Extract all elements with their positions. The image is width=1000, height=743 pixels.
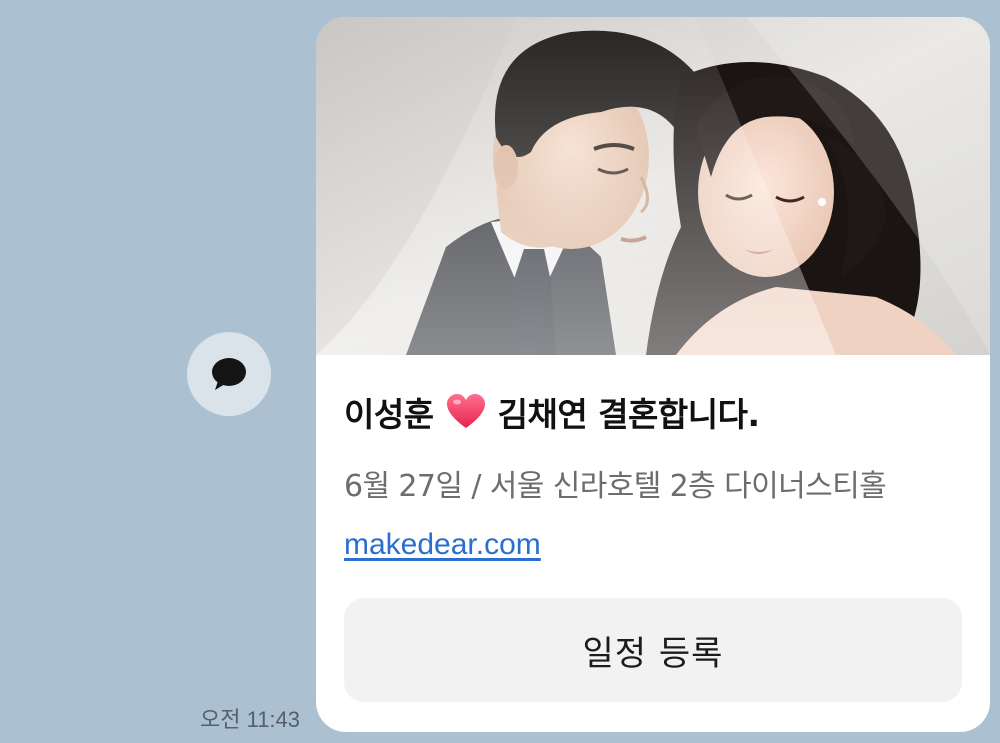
- heart-icon: [446, 394, 486, 430]
- title-groom-name: 이성훈: [344, 395, 434, 434]
- add-schedule-button[interactable]: 일정 등록: [344, 598, 962, 702]
- event-details: 6월 27일 / 서울 신라호텔 2층 다이너스티홀: [344, 469, 887, 504]
- invitation-link[interactable]: makedear.com: [344, 528, 541, 562]
- title-bride-name: 김채연 결혼합니다.: [497, 395, 760, 434]
- card-title: 이성훈 김채연 결혼합니다.: [344, 388, 760, 436]
- sender-avatar[interactable]: [187, 332, 271, 416]
- wedding-photo: [316, 17, 990, 355]
- message-timestamp: 오전 11:43: [200, 707, 301, 732]
- chat-bubble-icon: [212, 358, 246, 390]
- message-card[interactable]: 이성훈 김채연 결혼합니다. 6월 27일 / 서울 신라호텔 2층 다이너스티…: [316, 17, 990, 732]
